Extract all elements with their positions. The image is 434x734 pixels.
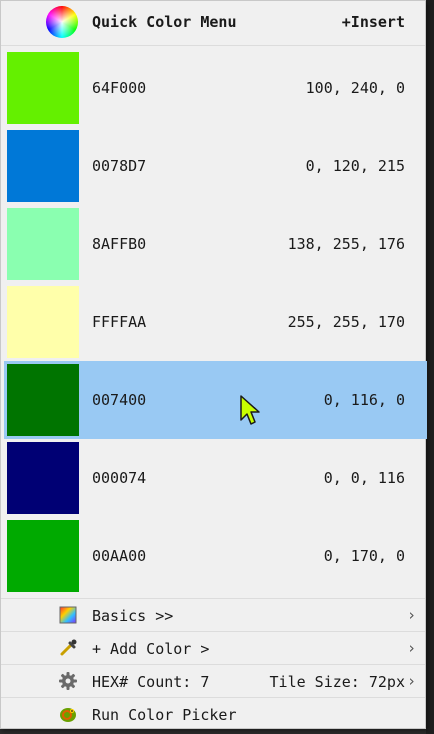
color-rgb: 0, 170, 0 [323, 547, 405, 565]
color-row[interactable]: 64F000 100, 240, 0 [1, 49, 425, 127]
color-swatch [7, 364, 79, 436]
menu-title: Quick Color Menu [92, 13, 237, 31]
menu-header: Quick Color Menu +Insert [1, 1, 425, 46]
color-swatch [7, 130, 79, 202]
insert-button[interactable]: +Insert [342, 13, 405, 31]
menu-footer: Basics >> › + Add Color > › HEX# Count: … [1, 598, 425, 730]
color-swatch [7, 208, 79, 280]
color-hex: 007400 [92, 391, 147, 409]
chevron-right-icon: › [406, 672, 416, 690]
gear-icon [59, 672, 77, 690]
color-row[interactable]: 8AFFB0 138, 255, 176 [1, 205, 425, 283]
mouse-cursor-icon [240, 395, 260, 425]
add-color-menu-item[interactable]: + Add Color > › [1, 631, 425, 664]
color-hex: 000074 [92, 469, 147, 487]
color-rgb: 255, 255, 170 [287, 313, 405, 331]
color-row-selected[interactable]: 007400 0, 116, 0 [1, 361, 427, 439]
chevron-right-icon: › [406, 639, 416, 657]
run-color-picker-item[interactable]: Run Color Picker [1, 697, 425, 730]
hex-count-label: HEX# Count: 7 [92, 673, 210, 691]
color-swatch [7, 286, 79, 358]
color-rgb: 0, 120, 215 [305, 157, 405, 175]
color-hex: 8AFFB0 [92, 235, 147, 253]
color-swatch [7, 442, 79, 514]
color-hex: 0078D7 [92, 157, 147, 175]
color-rgb: 0, 0, 116 [323, 469, 405, 487]
color-list: 64F000 100, 240, 0 0078D7 0, 120, 215 8A… [1, 49, 427, 595]
chevron-right-icon: › [406, 606, 416, 624]
chameleon-icon [60, 708, 76, 722]
color-hex: 64F000 [92, 79, 147, 97]
color-row[interactable]: FFFFAA 255, 255, 170 [1, 283, 425, 361]
quick-color-menu: Quick Color Menu +Insert 64F000 100, 240… [0, 0, 427, 730]
color-swatch [7, 520, 79, 592]
settings-menu-item[interactable]: HEX# Count: 7 Tile Size: 72px › [1, 664, 425, 697]
color-swatch [7, 52, 79, 124]
color-rgb: 100, 240, 0 [305, 79, 405, 97]
palette-icon [59, 606, 77, 624]
color-rgb: 0, 116, 0 [323, 391, 405, 409]
tile-size-label: Tile Size: 72px [269, 673, 405, 691]
color-hex: 00AA00 [92, 547, 147, 565]
color-wheel-icon [46, 6, 78, 38]
add-color-label: + Add Color > [92, 640, 210, 658]
color-rgb: 138, 255, 176 [287, 235, 405, 253]
color-row[interactable]: 0078D7 0, 120, 215 [1, 127, 425, 205]
basics-label: Basics >> [92, 607, 174, 625]
run-color-picker-label: Run Color Picker [92, 706, 237, 724]
color-row[interactable]: 00AA00 0, 170, 0 [1, 517, 425, 595]
basics-menu-item[interactable]: Basics >> › [1, 598, 425, 631]
eyedropper-icon [60, 639, 77, 656]
desktop-background [426, 0, 434, 734]
color-hex: FFFFAA [92, 313, 147, 331]
color-row[interactable]: 000074 0, 0, 116 [1, 439, 425, 517]
